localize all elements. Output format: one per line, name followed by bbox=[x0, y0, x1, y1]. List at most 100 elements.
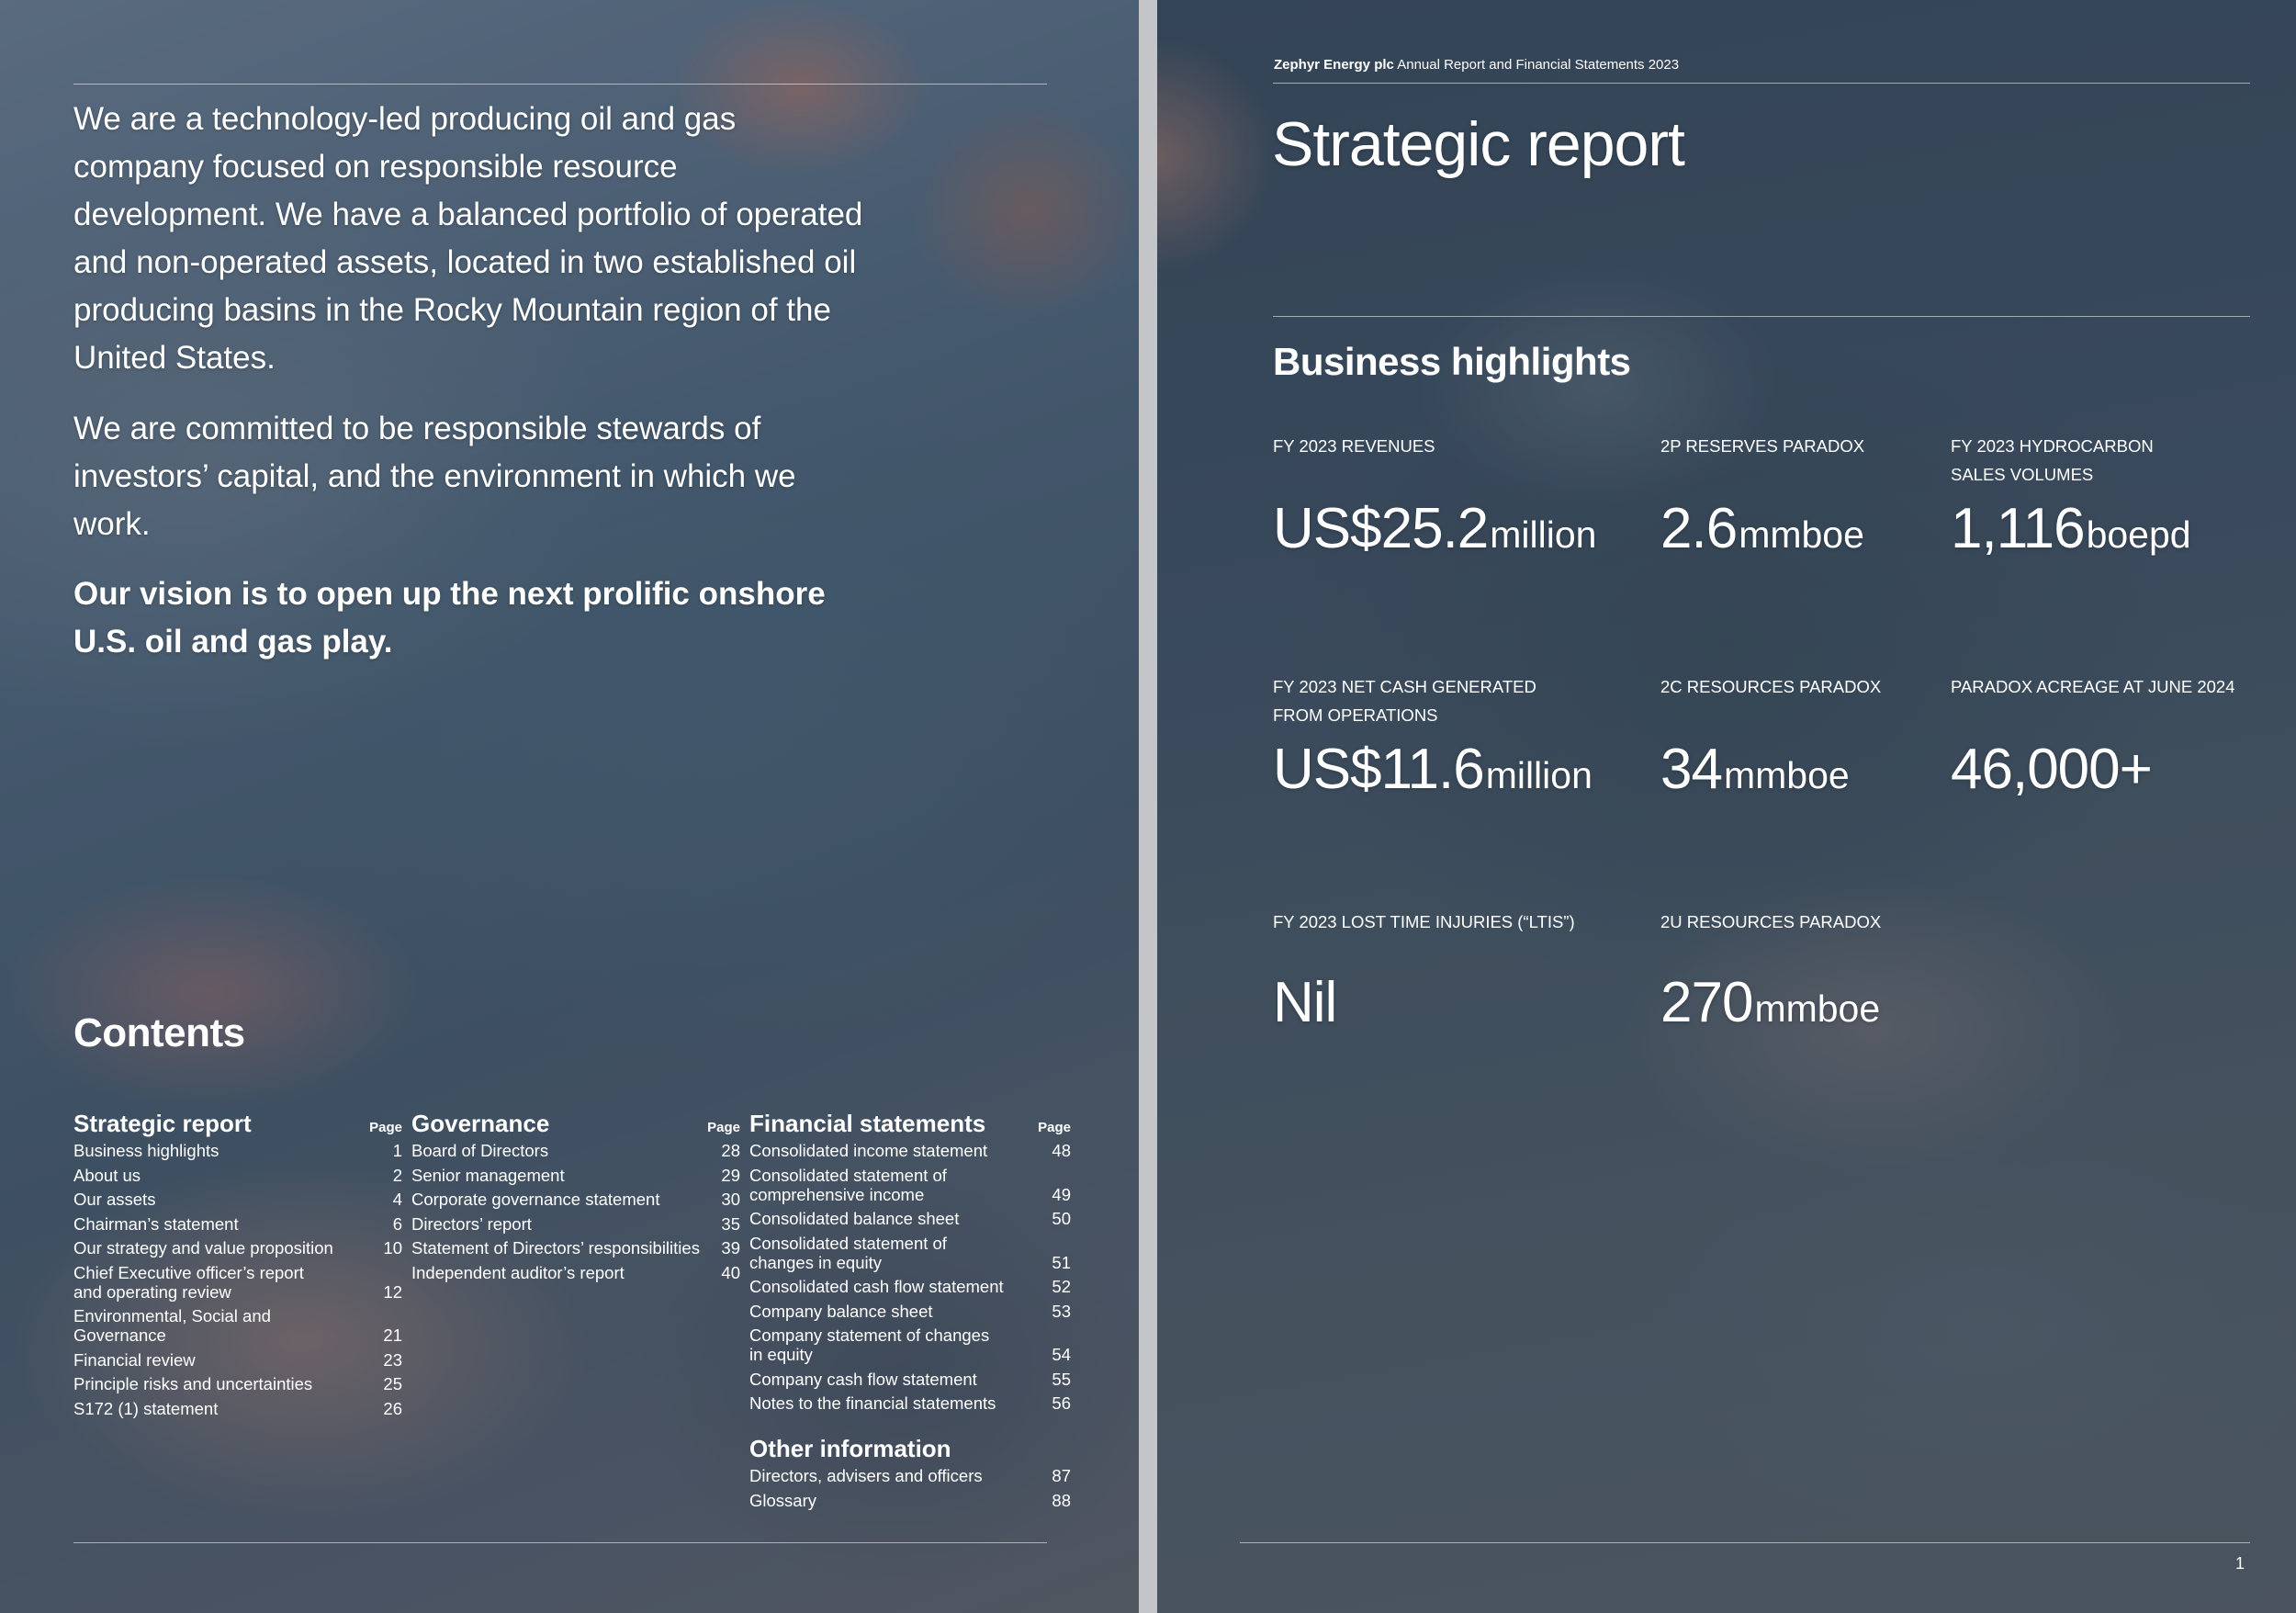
metric-number: US$25.2 bbox=[1273, 497, 1489, 560]
toc-item[interactable]: Environmental, Social and Governance 21 bbox=[73, 1306, 402, 1345]
metric-label: 2P RESERVES PARADOX bbox=[1660, 436, 1865, 456]
vision-statement: Our vision is to open up the next prolif… bbox=[73, 576, 826, 660]
toc-item-page: 12 bbox=[383, 1281, 402, 1302]
toc-item[interactable]: S172 (1) statement 26 bbox=[73, 1399, 402, 1418]
metric-value: US$25.2million bbox=[1273, 496, 1596, 561]
toc-item[interactable]: Company balance sheet 53 bbox=[749, 1302, 1071, 1321]
toc-item[interactable]: Senior management 29 bbox=[411, 1166, 740, 1185]
toc-item[interactable]: Directors’ report 35 bbox=[411, 1214, 740, 1234]
toc-item-title: Our assets bbox=[73, 1190, 156, 1209]
metric-unit: million bbox=[1485, 754, 1593, 796]
toc-item-page: 56 bbox=[1052, 1393, 1071, 1413]
page-column-label: Page bbox=[369, 1120, 402, 1135]
toc-item-title: Consolidated statement of comprehensive … bbox=[749, 1165, 947, 1204]
metric-sales-volumes: FY 2023 HYDROCARBON SALES VOLUMES 1,116b… bbox=[1951, 432, 2254, 560]
toc-item[interactable]: Company statement of changes in equity 54 bbox=[749, 1325, 1071, 1364]
toc-item-title: Our strategy and value proposition bbox=[73, 1238, 333, 1258]
contents-column: Strategic report Page Business highlight… bbox=[73, 1110, 402, 1423]
toc-item-title: Glossary bbox=[749, 1490, 816, 1510]
left-page: We are a technology-led producing oil an… bbox=[0, 0, 1139, 1613]
metric-value: Nil bbox=[1273, 970, 1338, 1035]
toc-item-title: Environmental, Social and Governance bbox=[73, 1306, 271, 1345]
toc-item[interactable]: Corporate governance statement 30 bbox=[411, 1190, 740, 1209]
toc-item[interactable]: Principle risks and uncertainties 25 bbox=[73, 1374, 402, 1393]
metric-value: 270mmboe bbox=[1660, 970, 1880, 1035]
metric-unit: mmboe bbox=[1739, 513, 1864, 556]
toc-list: Directors, advisers and officers 87 Glossa… bbox=[749, 1466, 1071, 1510]
toc-section-header: Other information bbox=[749, 1435, 1071, 1466]
toc-item-page: 21 bbox=[383, 1325, 402, 1345]
report-name: Annual Report and Financial Statements 2… bbox=[1397, 57, 1680, 73]
toc-list: Consolidated income statement 48 Consolida… bbox=[749, 1141, 1071, 1413]
toc-item[interactable]: Consolidated balance sheet 50 bbox=[749, 1209, 1071, 1228]
toc-item[interactable]: Consolidated statement of comprehensive … bbox=[749, 1166, 1071, 1204]
toc-item-page: 87 bbox=[1052, 1466, 1071, 1485]
toc-item-page: 54 bbox=[1052, 1345, 1071, 1364]
metric-revenues: FY 2023 REVENUES US$25.2million bbox=[1273, 432, 1596, 560]
toc-item-page: 48 bbox=[1052, 1141, 1071, 1160]
toc-item[interactable]: Independent auditor’s report 40 bbox=[411, 1263, 740, 1282]
toc-item-title: Notes to the financial statements bbox=[749, 1393, 996, 1413]
toc-item-title: Chairman’s statement bbox=[73, 1213, 239, 1234]
toc-item-title: Consolidated balance sheet bbox=[749, 1209, 960, 1228]
metric-label: FY 2023 NET CASH GENERATED FROM OPERATIO… bbox=[1273, 677, 1536, 725]
intro-paragraph: We are a technology-led producing oil an… bbox=[73, 101, 863, 376]
metric-2c-resources: 2C RESOURCES PARADOX 34mmboe bbox=[1660, 672, 1964, 801]
top-divider bbox=[73, 84, 1047, 85]
toc-item[interactable]: Board of Directors 28 bbox=[411, 1141, 740, 1160]
toc-item[interactable]: Chairman’s statement 6 bbox=[73, 1214, 402, 1234]
metric-value: 1,116boepd bbox=[1951, 496, 2191, 561]
toc-item-title: Company statement of changes in equity bbox=[749, 1325, 990, 1364]
metric-lost-time-injuries: FY 2023 LOST TIME INJURIES (“LTIs”) Nil bbox=[1273, 908, 1576, 1034]
toc-item[interactable]: Our assets 4 bbox=[73, 1190, 402, 1209]
running-header: Zephyr Energy plc Annual Report and Fina… bbox=[1274, 57, 1679, 73]
commitment-paragraph: We are committed to be responsible stewa… bbox=[73, 411, 796, 542]
toc-item-title: Consolidated income statement bbox=[749, 1141, 988, 1160]
toc-item[interactable]: Our strategy and value proposition 10 bbox=[73, 1238, 402, 1258]
contents-column: Governance Page Board of Directors 28 Seni… bbox=[411, 1110, 740, 1287]
toc-item-page: 28 bbox=[721, 1141, 740, 1160]
toc-item-title: Senior management bbox=[411, 1165, 565, 1185]
toc-item-page: 10 bbox=[383, 1238, 402, 1258]
toc-item-page: 53 bbox=[1052, 1301, 1071, 1321]
toc-section-title: Governance bbox=[411, 1110, 550, 1137]
metric-unit: mmboe bbox=[1754, 987, 1881, 1030]
metric-net-cash: FY 2023 NET CASH GENERATED FROM OPERATIO… bbox=[1273, 672, 1593, 801]
toc-item-title: Directors’ report bbox=[411, 1213, 532, 1234]
toc-item-page: 2 bbox=[392, 1165, 402, 1185]
toc-item-page: 55 bbox=[1052, 1369, 1071, 1389]
metric-paradox-acreage: PARADOX ACREAGE AT JUNE 2024 46,000+ bbox=[1951, 672, 2254, 801]
metric-label: FY 2023 LOST TIME INJURIES (“LTIs”) bbox=[1273, 912, 1575, 931]
metric-label: FY 2023 REVENUES bbox=[1273, 436, 1435, 456]
metric-unit: boepd bbox=[2086, 513, 2191, 556]
metric-label: 2C RESOURCES PARADOX bbox=[1660, 677, 1882, 696]
toc-item[interactable]: Directors, advisers and officers 87 bbox=[749, 1466, 1071, 1485]
toc-item-title: Statement of Directors’ responsibilities bbox=[411, 1238, 700, 1258]
toc-item-page: 26 bbox=[383, 1398, 402, 1418]
toc-item-title: Company cash flow statement bbox=[749, 1369, 977, 1389]
toc-item[interactable]: About us 2 bbox=[73, 1166, 402, 1185]
toc-section-header: Strategic report Page bbox=[73, 1110, 402, 1141]
business-highlights-title: Business highlights bbox=[1273, 340, 1631, 383]
metric-number: 270 bbox=[1660, 971, 1753, 1034]
toc-item-page: 29 bbox=[721, 1165, 740, 1185]
contents-column: Financial statements Page Consolidated i… bbox=[749, 1110, 1071, 1515]
toc-item[interactable]: Company cash flow statement 55 bbox=[749, 1370, 1071, 1389]
toc-item[interactable]: Consolidated cash flow statement 52 bbox=[749, 1277, 1071, 1296]
toc-item[interactable]: Chief Executive officer’s report and ope… bbox=[73, 1263, 402, 1302]
toc-item[interactable]: Consolidated statement of changes in equ… bbox=[749, 1234, 1071, 1272]
toc-item-title: Business highlights bbox=[73, 1141, 219, 1160]
metric-2p-reserves: 2P RESERVES PARADOX 2.6mmboe bbox=[1660, 432, 1964, 560]
contents-title: Contents bbox=[73, 1010, 245, 1055]
header-divider bbox=[1273, 83, 2250, 84]
bottom-divider bbox=[73, 1542, 1047, 1543]
toc-section-title: Strategic report bbox=[73, 1110, 252, 1137]
toc-item[interactable]: Business highlights 1 bbox=[73, 1141, 402, 1160]
toc-item-page: 25 bbox=[383, 1374, 402, 1393]
toc-item[interactable]: Glossary 88 bbox=[749, 1491, 1071, 1510]
toc-item[interactable]: Financial review 23 bbox=[73, 1350, 402, 1370]
toc-item-title: Consolidated cash flow statement bbox=[749, 1277, 1004, 1296]
toc-item[interactable]: Statement of Directors’ responsibilities… bbox=[411, 1238, 740, 1258]
toc-item[interactable]: Consolidated income statement 48 bbox=[749, 1141, 1071, 1160]
toc-item[interactable]: Notes to the financial statements 56 bbox=[749, 1393, 1071, 1413]
